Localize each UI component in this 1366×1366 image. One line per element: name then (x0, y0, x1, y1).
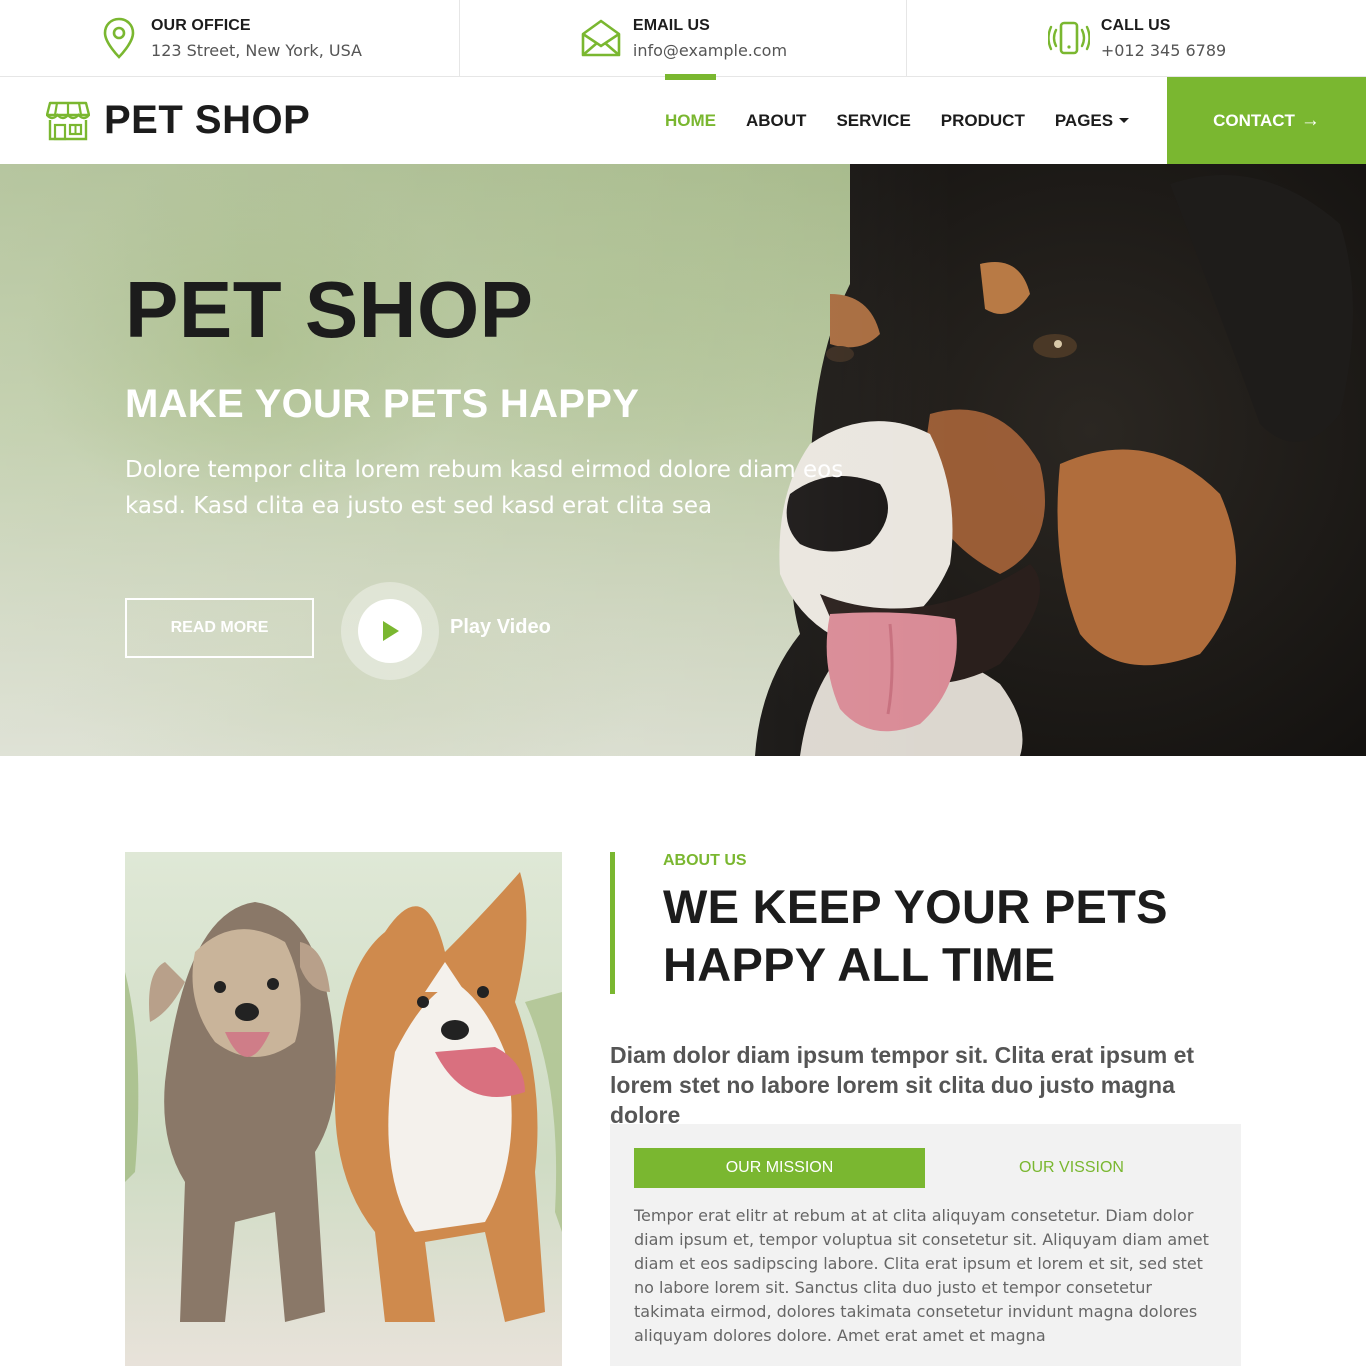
office-address: 123 Street, New York, USA (151, 40, 362, 60)
email-link[interactable]: info@example.com (633, 41, 787, 60)
email-title: EMAIL US (632, 16, 710, 34)
envelope-icon (579, 16, 623, 60)
nav-pages-label: PAGES (1054, 110, 1114, 130)
main-navbar: PET SHOP HOME ABOUT SERVICE PRODUCT PAGE… (0, 74, 1366, 164)
shop-icon (46, 101, 90, 140)
nav-links: HOME ABOUT SERVICE PRODUCT PAGES (650, 74, 1144, 164)
about-heading-block: ABOUT US WE KEEP YOUR PETS HAPPY ALL TIM… (610, 852, 1230, 994)
hero-description: Dolore tempor clita lorem rebum kasd eir… (125, 457, 844, 519)
brand-name: PET SHOP (104, 98, 311, 142)
map-pin-icon (97, 16, 141, 60)
hero-subtitle: MAKE YOUR PETS HAPPY (125, 382, 640, 426)
tab-our-vission[interactable]: OUR VISSION (926, 1148, 1217, 1188)
email-info: EMAIL US info@example.com (460, 0, 907, 76)
about-kicker: ABOUT US (663, 852, 747, 869)
about-title: WE KEEP YOUR PETS HAPPY ALL TIME (663, 880, 1168, 991)
arrow-right-icon: → (1300, 109, 1320, 131)
contact-button[interactable]: CONTACT → (1167, 77, 1366, 164)
hero-title: PET SHOP (125, 265, 534, 354)
two-dogs-photo (125, 852, 562, 1366)
contact-label: CONTACT (1213, 110, 1295, 130)
phone-vibrate-icon (1047, 16, 1091, 60)
call-title: CALL US (1100, 16, 1171, 34)
play-icon (383, 621, 399, 641)
office-info: OUR OFFICE 123 Street, New York, USA (0, 0, 460, 76)
about-lead: Diam dolor diam ipsum tempor sit. Clita … (610, 1042, 1195, 1128)
caret-down-icon (1119, 118, 1130, 123)
nav-home[interactable]: HOME (650, 74, 731, 164)
top-info-bar: OUR OFFICE 123 Street, New York, USA EMA… (0, 0, 1366, 77)
read-more-button[interactable]: READ MORE (125, 598, 314, 658)
phone-link[interactable]: +012 345 6789 (1101, 41, 1226, 60)
nav-pages-dropdown[interactable]: PAGES (1040, 77, 1144, 164)
nav-service[interactable]: SERVICE (821, 77, 925, 164)
brand-logo[interactable]: PET SHOP (46, 77, 310, 164)
play-video-button[interactable] (341, 582, 439, 680)
hero-section: PET SHOP MAKE YOUR PETS HAPPY Dolore tem… (0, 164, 1366, 756)
tab-our-mission[interactable]: OUR MISSION (634, 1148, 925, 1188)
nav-about[interactable]: ABOUT (731, 77, 821, 164)
call-info: CALL US +012 345 6789 (907, 0, 1366, 76)
play-video-label[interactable]: Play Video (450, 616, 551, 639)
mission-vision-tabs: OUR MISSION OUR VISSION Tempor erat elit… (610, 1124, 1241, 1366)
office-title: OUR OFFICE (151, 16, 251, 34)
nav-product[interactable]: PRODUCT (926, 77, 1040, 164)
tab-content-text: Tempor erat elitr at rebum at at clita a… (634, 1206, 1209, 1345)
